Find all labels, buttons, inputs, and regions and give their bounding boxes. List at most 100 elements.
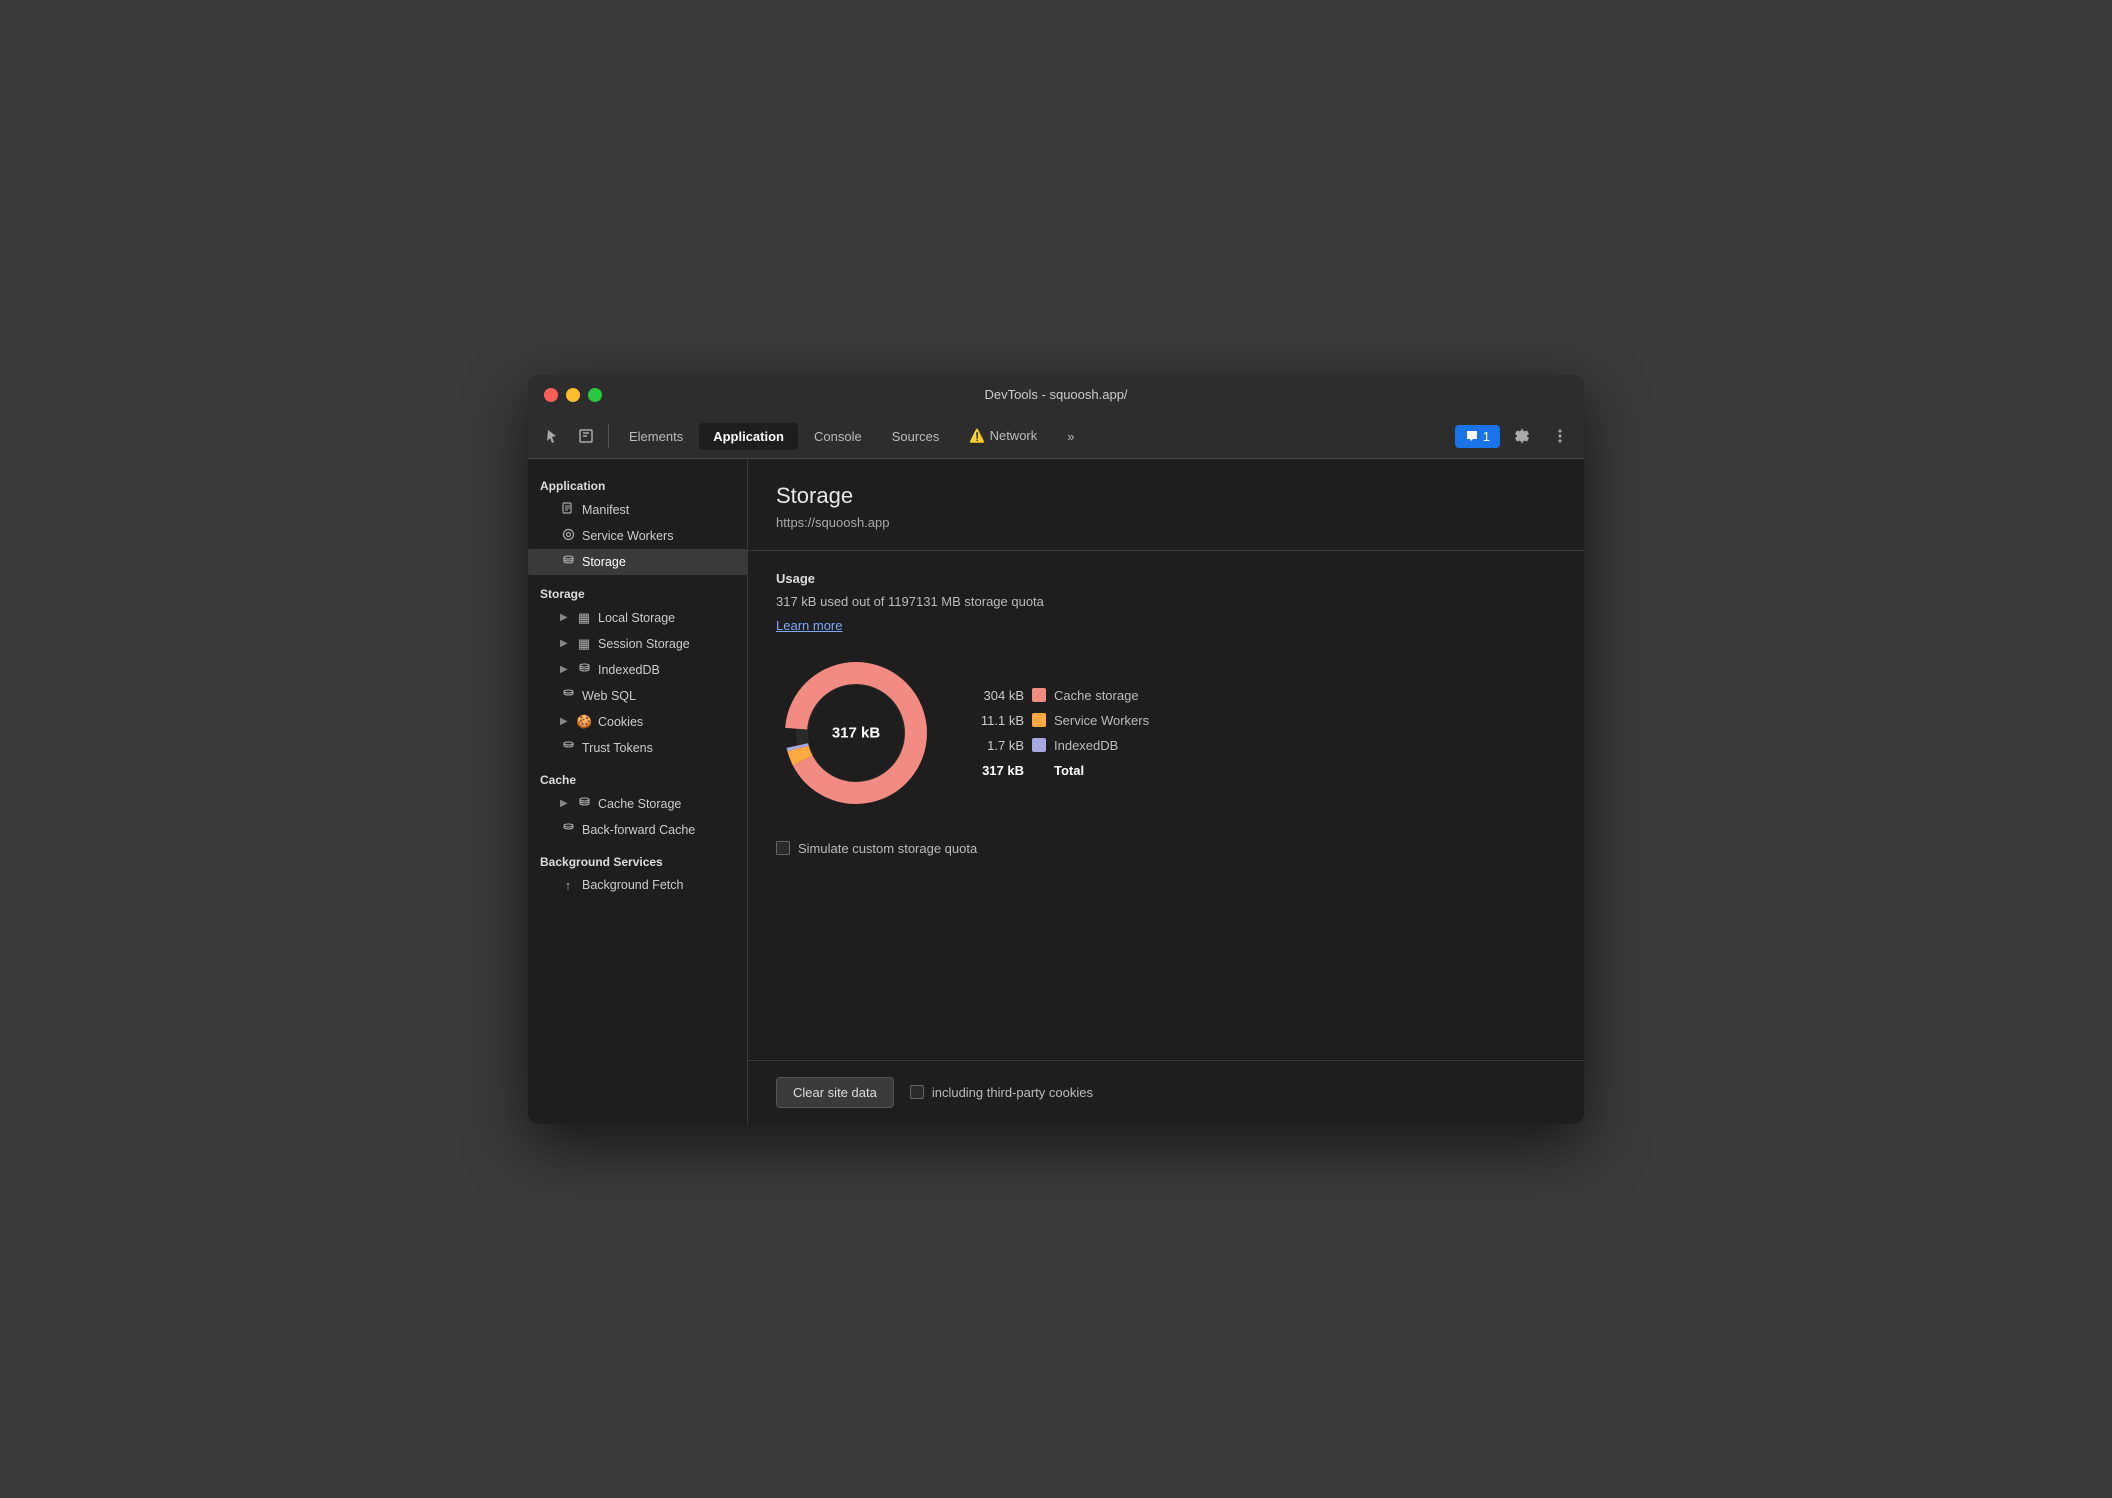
sidebar-section-storage: Storage xyxy=(528,575,747,605)
third-party-cookies-row: including third-party cookies xyxy=(910,1085,1093,1100)
background-fetch-icon: ↑ xyxy=(560,878,576,893)
inspect-icon-btn[interactable] xyxy=(570,420,602,452)
main-area: Application Manifest Service Workers Sto… xyxy=(528,459,1584,1124)
content-footer: Clear site data including third-party co… xyxy=(748,1060,1584,1124)
maximize-button[interactable] xyxy=(588,388,602,402)
cursor-icon-btn[interactable] xyxy=(536,420,568,452)
session-storage-icon: ▦ xyxy=(576,636,592,652)
minimize-button[interactable] xyxy=(566,388,580,402)
sidebar-item-storage-label: Storage xyxy=(582,555,626,569)
storage-legend: 304 kB Cache storage 11.1 kB Service Wor… xyxy=(976,688,1149,778)
clear-site-data-button[interactable]: Clear site data xyxy=(776,1077,894,1108)
trust-tokens-icon xyxy=(560,740,576,756)
page-url: https://squoosh.app xyxy=(776,515,1556,530)
close-button[interactable] xyxy=(544,388,558,402)
cache-storage-icon xyxy=(576,796,592,812)
badge-count: 1 xyxy=(1483,429,1490,444)
legend-indexeddb-label: IndexedDB xyxy=(1054,738,1118,753)
legend-cache-color xyxy=(1032,688,1046,702)
local-storage-icon: ▦ xyxy=(576,610,592,626)
chevron-cookies: ▶ xyxy=(560,716,570,727)
learn-more-link[interactable]: Learn more xyxy=(776,618,842,633)
sidebar-item-manifest-label: Manifest xyxy=(582,503,629,517)
sidebar-item-background-fetch[interactable]: ↑ Background Fetch xyxy=(528,873,747,898)
sidebar-item-local-storage-label: Local Storage xyxy=(598,611,675,625)
tab-network[interactable]: ⚠️Network xyxy=(955,422,1051,450)
sidebar-item-session-storage[interactable]: ▶ ▦ Session Storage xyxy=(528,631,747,657)
sidebar-item-background-fetch-label: Background Fetch xyxy=(582,878,683,892)
sidebar-item-indexeddb[interactable]: ▶ IndexedDB xyxy=(528,657,747,683)
settings-icon-btn[interactable] xyxy=(1506,420,1538,452)
third-party-cookies-checkbox[interactable] xyxy=(910,1085,924,1099)
legend-total-label: Total xyxy=(1054,763,1084,778)
chevron-local-storage: ▶ xyxy=(560,612,570,623)
sidebar-item-websql[interactable]: Web SQL xyxy=(528,683,747,709)
service-workers-icon xyxy=(560,528,576,544)
content-panel: Storage https://squoosh.app Usage 317 kB… xyxy=(748,459,1584,1124)
sidebar-item-trust-tokens[interactable]: Trust Tokens xyxy=(528,735,747,761)
tab-application[interactable]: Application xyxy=(699,423,798,450)
sidebar-item-session-storage-label: Session Storage xyxy=(598,637,690,651)
more-options-icon-btn[interactable] xyxy=(1544,420,1576,452)
sidebar-item-backforward-cache[interactable]: Back-forward Cache xyxy=(528,817,747,843)
sidebar-item-backforward-cache-label: Back-forward Cache xyxy=(582,823,695,837)
tab-sources[interactable]: Sources xyxy=(878,423,954,450)
legend-item-total: 317 kB Total xyxy=(976,763,1149,778)
backforward-cache-icon xyxy=(560,822,576,838)
legend-workers-value: 11.1 kB xyxy=(976,713,1024,728)
tab-elements[interactable]: Elements xyxy=(615,423,697,450)
tab-more[interactable]: » xyxy=(1053,423,1088,450)
usage-text: 317 kB used out of 1197131 MB storage qu… xyxy=(776,594,1556,609)
donut-center-label: 317 kB xyxy=(832,724,880,741)
messages-badge-btn[interactable]: 1 xyxy=(1455,425,1500,448)
legend-item-workers: 11.1 kB Service Workers xyxy=(976,713,1149,728)
sidebar-item-manifest[interactable]: Manifest xyxy=(528,497,747,523)
storage-icon xyxy=(560,554,576,570)
sidebar-item-local-storage[interactable]: ▶ ▦ Local Storage xyxy=(528,605,747,631)
sidebar-item-cookies[interactable]: ▶ 🍪 Cookies xyxy=(528,709,747,735)
content-header: Storage https://squoosh.app xyxy=(748,459,1584,551)
sidebar-item-websql-label: Web SQL xyxy=(582,689,636,703)
legend-indexeddb-value: 1.7 kB xyxy=(976,738,1024,753)
sidebar-section-background-services: Background Services xyxy=(528,843,747,873)
toolbar-divider xyxy=(608,424,609,448)
donut-chart: 317 kB xyxy=(776,653,936,813)
chart-area: 317 kB 304 kB Cache storage 11.1 kB Serv… xyxy=(776,653,1556,813)
traffic-lights xyxy=(544,388,602,402)
legend-indexeddb-color xyxy=(1032,738,1046,752)
simulate-quota-checkbox[interactable] xyxy=(776,841,790,855)
sidebar-item-storage[interactable]: Storage xyxy=(528,549,747,575)
third-party-cookies-label: including third-party cookies xyxy=(932,1085,1093,1100)
tab-console[interactable]: Console xyxy=(800,423,876,450)
cookies-icon: 🍪 xyxy=(576,714,592,730)
sidebar-section-cache: Cache xyxy=(528,761,747,791)
legend-cache-label: Cache storage xyxy=(1054,688,1139,703)
content-body: Usage 317 kB used out of 1197131 MB stor… xyxy=(748,551,1584,1060)
usage-label: Usage xyxy=(776,571,1556,586)
toolbar: Elements Application Console Sources ⚠️N… xyxy=(528,415,1584,459)
warning-icon: ⚠️ xyxy=(969,428,985,443)
sidebar-item-cache-storage-label: Cache Storage xyxy=(598,797,681,811)
simulate-quota-row: Simulate custom storage quota xyxy=(776,841,1556,856)
legend-total-value: 317 kB xyxy=(976,763,1024,778)
sidebar: Application Manifest Service Workers Sto… xyxy=(528,459,748,1124)
legend-workers-label: Service Workers xyxy=(1054,713,1149,728)
legend-cache-value: 304 kB xyxy=(976,688,1024,703)
toolbar-right: 1 xyxy=(1455,420,1576,452)
sidebar-item-service-workers-label: Service Workers xyxy=(582,529,673,543)
sidebar-item-cookies-label: Cookies xyxy=(598,715,643,729)
sidebar-item-service-workers[interactable]: Service Workers xyxy=(528,523,747,549)
simulate-quota-label: Simulate custom storage quota xyxy=(798,841,977,856)
devtools-window: DevTools - squoosh.app/ Elements Applica… xyxy=(528,375,1584,1124)
sidebar-item-cache-storage[interactable]: ▶ Cache Storage xyxy=(528,791,747,817)
chevron-cache-storage: ▶ xyxy=(560,798,570,809)
legend-item-cache: 304 kB Cache storage xyxy=(976,688,1149,703)
window-title: DevTools - squoosh.app/ xyxy=(984,387,1127,402)
page-title: Storage xyxy=(776,483,1556,509)
chevron-session-storage: ▶ xyxy=(560,638,570,649)
indexeddb-icon xyxy=(576,662,592,678)
sidebar-item-trust-tokens-label: Trust Tokens xyxy=(582,741,653,755)
titlebar: DevTools - squoosh.app/ xyxy=(528,375,1584,415)
legend-workers-color xyxy=(1032,713,1046,727)
legend-item-indexeddb: 1.7 kB IndexedDB xyxy=(976,738,1149,753)
